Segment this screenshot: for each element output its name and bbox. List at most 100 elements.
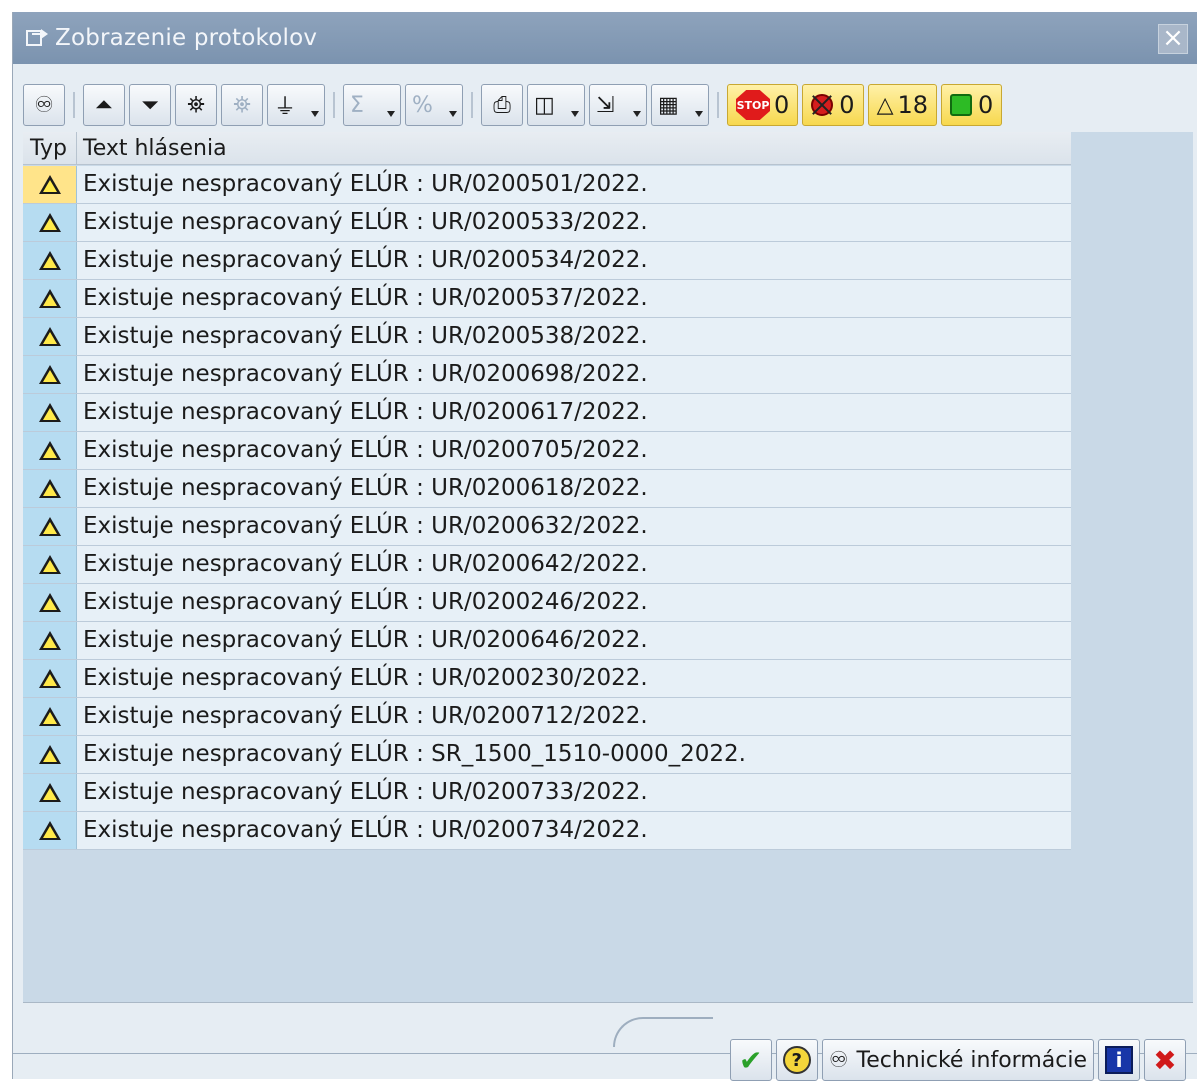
table-row[interactable]: Existuje nespracovaný ELÚR : UR/0200246/…: [23, 584, 1071, 622]
print-preview-button[interactable]: ⎙: [481, 84, 523, 126]
sort-descending-icon: ⏷: [141, 92, 159, 118]
subtotal-button[interactable]: %: [405, 84, 463, 126]
row-message-text[interactable]: Existuje nespracovaný ELÚR : UR/0200712/…: [77, 698, 1071, 735]
layout-button[interactable]: ▦: [651, 84, 709, 126]
row-type-cell[interactable]: [23, 812, 77, 849]
row-type-cell[interactable]: [23, 736, 77, 773]
filter-button[interactable]: ⏚: [267, 84, 325, 126]
row-message-text[interactable]: Existuje nespracovaný ELÚR : UR/0200617/…: [77, 394, 1071, 431]
table-row[interactable]: Existuje nespracovaný ELÚR : UR/0200230/…: [23, 660, 1071, 698]
row-type-cell[interactable]: [23, 204, 77, 241]
row-type-cell[interactable]: [23, 774, 77, 811]
chevron-down-icon: [387, 111, 395, 117]
warning-icon: [38, 555, 61, 574]
table-row[interactable]: Existuje nespracovaný ELÚR : UR/0200618/…: [23, 470, 1071, 508]
table-row[interactable]: Existuje nespracovaný ELÚR : UR/0200501/…: [23, 166, 1071, 204]
find-next-button[interactable]: ⛯: [221, 84, 263, 126]
row-message-text[interactable]: Existuje nespracovaný ELÚR : UR/0200618/…: [77, 470, 1071, 507]
row-type-cell[interactable]: [23, 394, 77, 431]
row-message-text[interactable]: Existuje nespracovaný ELÚR : UR/0200705/…: [77, 432, 1071, 469]
table-row[interactable]: Existuje nespracovaný ELÚR : UR/0200617/…: [23, 394, 1071, 432]
close-button[interactable]: ×: [1158, 24, 1188, 54]
row-type-cell[interactable]: [23, 660, 77, 697]
row-type-cell[interactable]: [23, 622, 77, 659]
error-count-button[interactable]: 0: [802, 84, 864, 126]
table-row[interactable]: Existuje nespracovaný ELÚR : UR/0200534/…: [23, 242, 1071, 280]
technical-info-button[interactable]: ♾ Technické informácie: [821, 1039, 1094, 1081]
confirm-button[interactable]: ✔: [729, 1039, 772, 1081]
row-type-cell[interactable]: [23, 318, 77, 355]
cancel-button[interactable]: ✖: [1144, 1039, 1186, 1081]
find-button[interactable]: ⛯: [175, 84, 217, 126]
success-count-button[interactable]: 0: [941, 84, 1003, 126]
table-row[interactable]: Existuje nespracovaný ELÚR : SR_1500_151…: [23, 736, 1071, 774]
row-type-cell[interactable]: [23, 432, 77, 469]
row-type-cell[interactable]: [23, 242, 77, 279]
table-row[interactable]: Existuje nespracovaný ELÚR : UR/0200698/…: [23, 356, 1071, 394]
layout-icon: ▦: [658, 92, 679, 118]
row-type-cell[interactable]: [23, 356, 77, 393]
help-button[interactable]: ?: [775, 1039, 818, 1081]
row-message-text[interactable]: Existuje nespracovaný ELÚR : SR_1500_151…: [77, 736, 1071, 773]
column-header-text[interactable]: Text hlásenia: [77, 132, 227, 164]
table-row[interactable]: Existuje nespracovaný ELÚR : UR/0200538/…: [23, 318, 1071, 356]
table-row[interactable]: Existuje nespracovaný ELÚR : UR/0200646/…: [23, 622, 1071, 660]
row-message-text[interactable]: Existuje nespracovaný ELÚR : UR/0200230/…: [77, 660, 1071, 697]
row-message-text[interactable]: Existuje nespracovaný ELÚR : UR/0200646/…: [77, 622, 1071, 659]
checkmark-icon: ✔: [739, 1043, 763, 1077]
info-button[interactable]: i: [1098, 1039, 1140, 1081]
glasses-icon: ♾: [828, 1047, 849, 1073]
table-row[interactable]: Existuje nespracovaný ELÚR : UR/0200642/…: [23, 546, 1071, 584]
views-button[interactable]: ◫: [527, 84, 585, 126]
toolbar-separator: [73, 92, 75, 118]
title-bar: Zobrazenie protokolov ×: [13, 12, 1197, 64]
warning-count-button[interactable]: △ 18: [867, 84, 938, 126]
column-header-type[interactable]: Typ: [23, 132, 77, 164]
row-type-cell[interactable]: [23, 508, 77, 545]
binoculars-icon: ⛯: [187, 92, 205, 118]
row-message-text[interactable]: Existuje nespracovaný ELÚR : UR/0200642/…: [77, 546, 1071, 583]
row-message-text[interactable]: Existuje nespracovaný ELÚR : UR/0200246/…: [77, 584, 1071, 621]
help-icon: ?: [782, 1046, 811, 1074]
row-message-text[interactable]: Existuje nespracovaný ELÚR : UR/0200538/…: [77, 318, 1071, 355]
warning-icon: [38, 821, 61, 840]
row-type-cell[interactable]: [23, 698, 77, 735]
row-message-text[interactable]: Existuje nespracovaný ELÚR : UR/0200537/…: [77, 280, 1071, 317]
export-button[interactable]: ⇲: [589, 84, 647, 126]
window-title: Zobrazenie protokolov: [55, 25, 318, 51]
table-row[interactable]: Existuje nespracovaný ELÚR : UR/0200533/…: [23, 204, 1071, 242]
table-row[interactable]: Existuje nespracovaný ELÚR : UR/0200632/…: [23, 508, 1071, 546]
row-type-cell[interactable]: [23, 280, 77, 317]
find-next-icon: ⛯: [233, 92, 251, 118]
row-type-cell[interactable]: [23, 166, 77, 203]
row-message-text[interactable]: Existuje nespracovaný ELÚR : UR/0200734/…: [77, 812, 1071, 849]
row-message-text[interactable]: Existuje nespracovaný ELÚR : UR/0200632/…: [77, 508, 1071, 545]
stop-count-button[interactable]: STOP 0: [727, 84, 799, 126]
table-row[interactable]: Existuje nespracovaný ELÚR : UR/0200537/…: [23, 280, 1071, 318]
grid-border: [23, 1002, 1193, 1003]
filter-icon: ⏚: [274, 95, 297, 120]
technical-info-label: Technické informácie: [856, 1047, 1087, 1073]
sort-ascending-button[interactable]: ⏶: [83, 84, 125, 126]
row-message-text[interactable]: Existuje nespracovaný ELÚR : UR/0200698/…: [77, 356, 1071, 393]
table-row[interactable]: Existuje nespracovaný ELÚR : UR/0200734/…: [23, 812, 1071, 850]
footer: ✔ ? ♾ Technické informácie i ✖: [13, 1017, 1197, 1081]
row-message-text[interactable]: Existuje nespracovaný ELÚR : UR/0200534/…: [77, 242, 1071, 279]
warning-icon: [38, 441, 61, 460]
table-row[interactable]: Existuje nespracovaný ELÚR : UR/0200705/…: [23, 432, 1071, 470]
table-row[interactable]: Existuje nespracovaný ELÚR : UR/0200733/…: [23, 774, 1071, 812]
warning-icon: [38, 745, 61, 764]
export-icon: ⇲: [596, 92, 615, 118]
sort-descending-button[interactable]: ⏷: [129, 84, 171, 126]
total-button[interactable]: Σ: [343, 84, 401, 126]
row-message-text[interactable]: Existuje nespracovaný ELÚR : UR/0200733/…: [77, 774, 1071, 811]
row-message-text[interactable]: Existuje nespracovaný ELÚR : UR/0200533/…: [77, 204, 1071, 241]
technical-details-button[interactable]: ♾: [23, 84, 65, 126]
table-row[interactable]: Existuje nespracovaný ELÚR : UR/0200712/…: [23, 698, 1071, 736]
row-type-cell[interactable]: [23, 546, 77, 583]
row-type-cell[interactable]: [23, 584, 77, 621]
sort-ascending-icon: ⏶: [95, 92, 113, 118]
row-message-text[interactable]: Existuje nespracovaný ELÚR : UR/0200501/…: [77, 166, 1071, 203]
row-type-cell[interactable]: [23, 470, 77, 507]
warning-icon: [38, 631, 61, 650]
